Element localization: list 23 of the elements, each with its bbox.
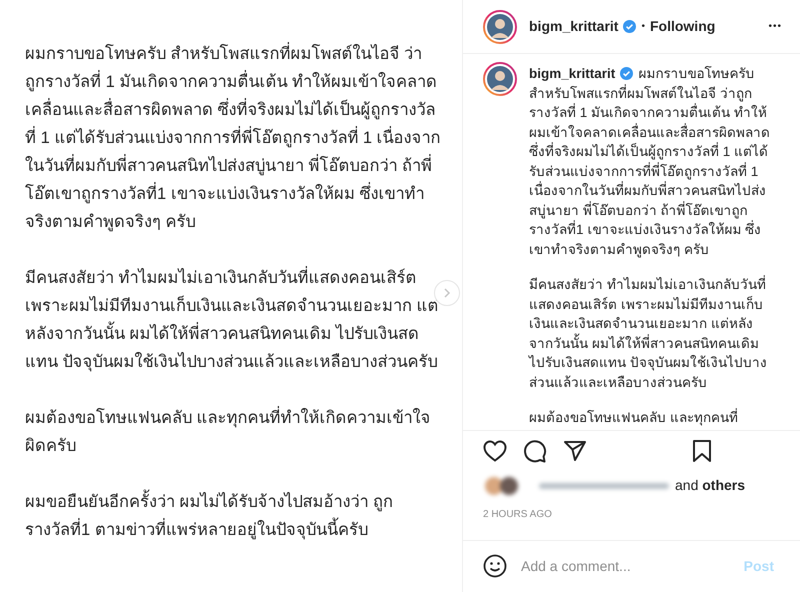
more-options-button[interactable]: ••• <box>768 19 782 34</box>
bookmark-icon[interactable] <box>692 438 712 463</box>
likes-text: and others <box>675 476 746 496</box>
caption-text: สำหรับโพสแรกที่ผมโพสต์ในไอจี ว่าถูก รางวัลที่ 1 มันเกิดจากความตื่นเต้น ทำให้ ผมเข้าใจคลาดเคลื่อนและสื่อสารผิดพลาด ซึ่งที่จริงผมไม่ได้เป็นผู้ถูกรางวัลที่ 1 แต่ได้ รับส่วนแบ่งจากการที่พี่โอ๊ตถูกรางวัลที่ 1 เนื่องจากในวันที่ผมกับพี่สาวคนสนิทไปส่ง สบู่นายา พี่โอ๊ตบอกว่า ถ้าพี่โอ๊ตเขาถูก รางวัลที่1 เขาจะแบ่งเงินรางวัลให้ผม ซึ่ง เขาทำจริงตามคำพูดจริงๆ ครับ <box>529 84 770 260</box>
post-paragraph: มีคนสงสัยว่า ทำไมผมไม่เอาเงินกลับวันที่แสดงคอนเสิร์ต เพราะผมไม่มีทีมงานเก็บเงินและเงินสดจำนวนเยอะมาก แต่ หลังจากวันนั้น ผมได้ให้พี่สาวคนสนิทคนเดิม ไปรับเงินสด แทน ปัจจุบันผมใช้เงินไปบางส่วนแล้วและเหลือบางส่วนครับ <box>25 264 439 376</box>
caption-text: ผมต้องขอโทษแฟนคลับ และทุกคนที่ <box>529 408 738 428</box>
post-paragraph: ผมกราบขอโทษครับ สำหรับโพสแรกที่ผมโพสต์ในไอจี ว่า ถูกรางวัลที่ 1 มันเกิดจากความตื่นเต้น ทำให้ผมเข้าใจคลาด เคลื่อนและสื่อสารผิดพลาด ซึ่งที่จริงผมไม่ได้เป็นผู้ถูกรางวัล ที่ 1 แต่ได้รับส่วนแบ่งจากการที่พี่โอ๊ตถูกรางวัลที่ 1 เนื่องจาก ในวันที่ผมกับพี่สาวคนสนิทไปส่งสบู่นายา พี่โอ๊ตบอกว่า ถ้าพี่ โอ๊ตเขาถูกรางวัลที่1 เขาจะแบ่งเงินรางวัลให้ผม ซึ่งเขาทำ จริงตามคำพูดจริงๆ ครับ <box>25 40 441 236</box>
heart-icon[interactable] <box>483 440 507 462</box>
caption-text: ผมกราบขอโทษครับ <box>638 65 754 84</box>
username-link[interactable]: bigm_krittarit <box>529 64 616 84</box>
emoji-icon[interactable] <box>483 554 507 578</box>
following-button[interactable]: Following <box>650 16 716 38</box>
separator-dot: • <box>641 20 645 34</box>
caption-text: มีคนสงสัยว่า ทำไมผมไม่เอาเงินกลับวันที่ แสดงคอนเสิร์ต เพราะผมไม่มีทีมงานเก็บ เงินและเงินสดจำนวนเยอะมาก แต่หลัง จากวันนั้น ผมได้ให้พี่สาวคนสนิทคนเดิม ไปรับเงินสดแทน ปัจจุบันผมใช้เงินไปบาง ส่วนแล้วและเหลือบางส่วนครับ <box>529 275 767 392</box>
comment-icon[interactable] <box>523 438 547 463</box>
post-paragraph: ผมต้องขอโทษแฟนคลับ และทุกคนที่ทำให้เกิดความเข้าใจ ผิดครับ <box>25 404 431 460</box>
username-link[interactable]: bigm_krittarit <box>529 16 618 38</box>
share-icon[interactable] <box>563 440 587 462</box>
avatar-icon[interactable] <box>483 10 517 44</box>
avatar-icon[interactable] <box>483 62 517 96</box>
post-paragraph: ผมขอยืนยันอีกครั้งว่า ผมไม่ได้รับจ้างไปสมอ้างว่า ถูก รางวัลที่1 ตามข่าวที่แพร่หลายอยู่ในปัจจุบันนี้ครับ <box>25 488 394 544</box>
post-time: 2 HOURS AGO <box>482 508 553 522</box>
chevron-right-icon <box>443 288 451 298</box>
